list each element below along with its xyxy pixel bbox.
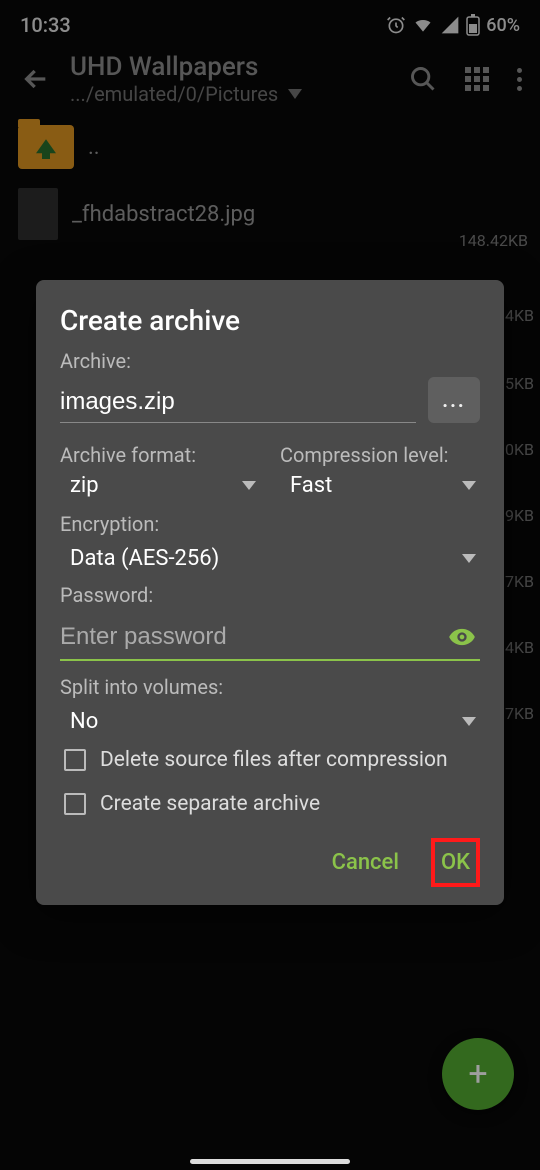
separate-archive-checkbox[interactable]: Create separate archive: [60, 782, 480, 826]
ok-button[interactable]: OK: [431, 838, 480, 887]
eye-icon[interactable]: [448, 623, 476, 655]
archive-name-input[interactable]: [60, 382, 416, 423]
archive-label: Archive:: [60, 349, 480, 373]
split-select[interactable]: No: [60, 703, 480, 738]
delete-source-label: Delete source files after compression: [100, 748, 448, 772]
browse-button[interactable]: ...: [428, 377, 480, 423]
level-value: Fast: [290, 473, 332, 498]
encryption-select[interactable]: Data (AES-256): [60, 540, 480, 575]
chevron-down-icon: [462, 717, 476, 726]
format-value: zip: [70, 473, 99, 498]
nav-handle[interactable]: [190, 1159, 350, 1164]
chevron-down-icon: [462, 554, 476, 563]
split-label: Split into volumes:: [60, 675, 480, 699]
dialog-title: Create archive: [60, 304, 480, 337]
password-label: Password:: [60, 583, 480, 607]
level-select[interactable]: Fast: [280, 467, 480, 502]
encryption-value: Data (AES-256): [70, 546, 219, 571]
format-select[interactable]: zip: [60, 467, 260, 502]
level-label: Compression level:: [280, 443, 480, 467]
plus-icon: +: [468, 1054, 487, 1094]
split-value: No: [70, 709, 98, 734]
add-fab[interactable]: +: [442, 1038, 514, 1110]
checkbox-icon: [64, 749, 86, 771]
password-input[interactable]: [60, 615, 480, 661]
chevron-down-icon: [462, 481, 476, 490]
encryption-label: Encryption:: [60, 512, 480, 536]
format-label: Archive format:: [60, 443, 260, 467]
checkbox-icon: [64, 793, 86, 815]
cancel-button[interactable]: Cancel: [324, 842, 407, 883]
separate-archive-label: Create separate archive: [100, 792, 320, 816]
delete-source-checkbox[interactable]: Delete source files after compression: [60, 738, 480, 782]
create-archive-dialog: Create archive Archive: ... Archive form…: [36, 280, 504, 905]
chevron-down-icon: [242, 481, 256, 490]
